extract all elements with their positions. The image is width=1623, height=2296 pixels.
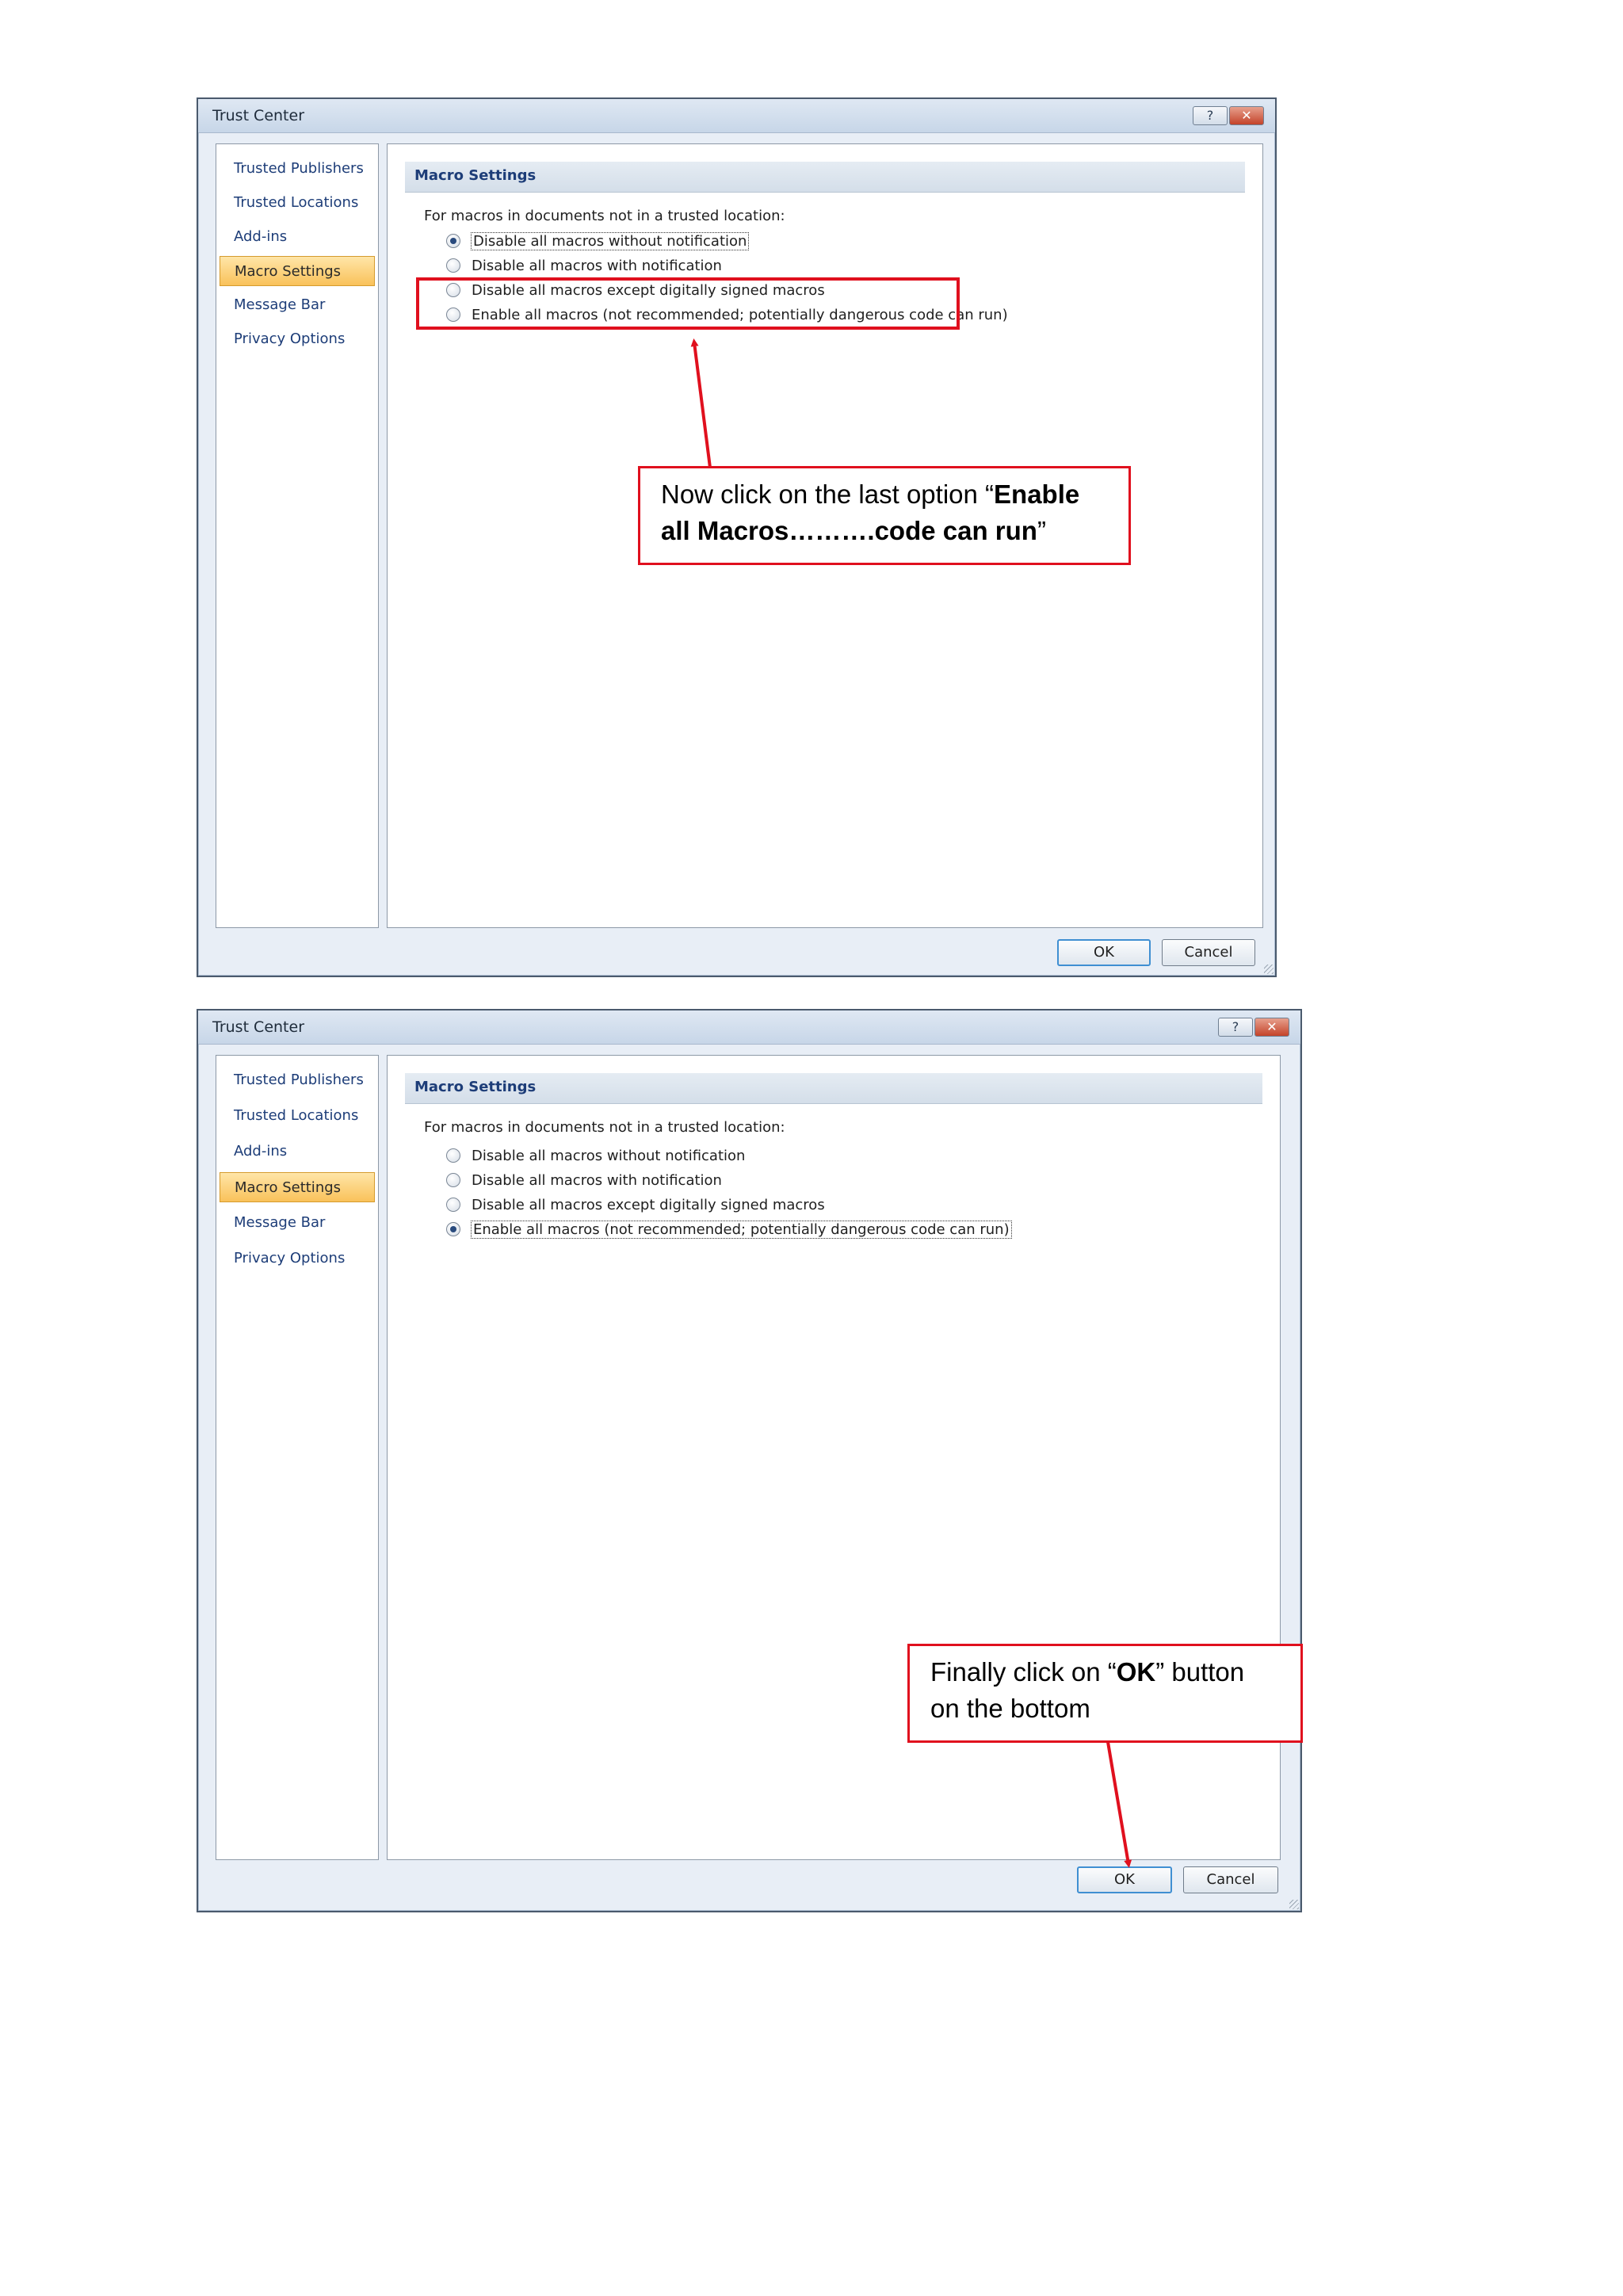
- option-disable-except-signed[interactable]: Disable all macros except digitally sign…: [446, 1193, 825, 1217]
- nav-item-add-ins[interactable]: Add-ins: [220, 1137, 375, 1167]
- option-label: Enable all macros (not recommended; pote…: [471, 1220, 1012, 1239]
- trust-center-nav: Trusted Publishers Trusted Locations Add…: [216, 1055, 379, 1860]
- title-buttons: ? ✕: [1218, 1018, 1289, 1037]
- title-buttons: ? ✕: [1193, 106, 1264, 125]
- option-disable-without-notification[interactable]: Disable all macros without notification: [446, 1144, 745, 1167]
- radio-button[interactable]: [446, 1148, 460, 1163]
- help-icon[interactable]: ?: [1218, 1018, 1253, 1037]
- nav-item-trusted-locations[interactable]: Trusted Locations: [220, 1101, 375, 1131]
- intro-text: For macros in documents not in a trusted…: [424, 1119, 785, 1136]
- section-header: Macro Settings: [405, 1073, 1262, 1104]
- nav-item-trusted-publishers[interactable]: Trusted Publishers: [220, 154, 375, 184]
- nav-item-macro-settings[interactable]: Macro Settings: [220, 1172, 375, 1202]
- intro-text: For macros in documents not in a trusted…: [424, 208, 785, 224]
- dialog-title: Trust Center: [212, 1018, 305, 1036]
- nav-item-trusted-publishers[interactable]: Trusted Publishers: [220, 1065, 375, 1095]
- option-label: Disable all macros with notification: [472, 1171, 722, 1189]
- option-enable-all-macros[interactable]: Enable all macros (not recommended; pote…: [446, 1217, 1012, 1241]
- nav-item-trusted-locations[interactable]: Trusted Locations: [220, 188, 375, 218]
- nav-item-message-bar[interactable]: Message Bar: [220, 290, 375, 320]
- nav-item-macro-settings[interactable]: Macro Settings: [220, 256, 375, 286]
- radio-button[interactable]: [446, 1198, 460, 1212]
- option-highlight-box: [416, 277, 960, 330]
- close-icon[interactable]: ✕: [1254, 1018, 1289, 1037]
- callout-text: Finally click on “: [930, 1657, 1117, 1687]
- callout-text: Now click on the last option “: [661, 479, 995, 509]
- title-bar: Trust Center ? ✕: [198, 99, 1275, 133]
- nav-item-privacy-options[interactable]: Privacy Options: [220, 324, 375, 354]
- radio-button[interactable]: [446, 258, 460, 273]
- nav-item-privacy-options[interactable]: Privacy Options: [220, 1244, 375, 1274]
- ok-button[interactable]: OK: [1077, 1866, 1172, 1893]
- close-icon[interactable]: ✕: [1229, 106, 1264, 125]
- cancel-button[interactable]: Cancel: [1183, 1866, 1278, 1893]
- resize-grip-icon[interactable]: [1289, 1900, 1299, 1909]
- callout-text: ”: [1037, 516, 1046, 545]
- option-disable-without-notification[interactable]: Disable all macros without notification: [446, 229, 750, 253]
- radio-button[interactable]: [446, 1173, 460, 1187]
- resize-grip-icon[interactable]: [1264, 965, 1274, 974]
- cancel-button[interactable]: Cancel: [1162, 939, 1255, 966]
- option-label: Disable all macros without notification: [472, 1147, 746, 1164]
- option-label: Disable all macros without notification: [470, 231, 750, 250]
- help-icon[interactable]: ?: [1193, 106, 1228, 125]
- radio-button[interactable]: [446, 1222, 460, 1236]
- radio-button[interactable]: [446, 234, 460, 248]
- nav-item-add-ins[interactable]: Add-ins: [220, 222, 375, 252]
- nav-item-message-bar[interactable]: Message Bar: [220, 1208, 375, 1238]
- section-title: Macro Settings: [414, 167, 537, 184]
- dialog-title: Trust Center: [212, 107, 305, 124]
- ok-button[interactable]: OK: [1057, 939, 1151, 966]
- option-disable-with-notification[interactable]: Disable all macros with notification: [446, 254, 722, 277]
- instruction-callout-2: Finally click on “OK” button on the bott…: [907, 1644, 1303, 1743]
- instruction-callout-1: Now click on the last option “Enable all…: [638, 466, 1131, 565]
- section-header: Macro Settings: [405, 162, 1245, 193]
- trust-center-nav: Trusted Publishers Trusted Locations Add…: [216, 143, 379, 928]
- callout-bold-text: OK: [1116, 1657, 1156, 1687]
- option-label: Disable all macros with notification: [472, 257, 722, 274]
- trust-center-dialog-2: Trust Center ? ✕ Trusted Publishers Trus…: [197, 1009, 1302, 1912]
- title-bar: Trust Center ? ✕: [198, 1010, 1300, 1045]
- option-label: Disable all macros except digitally sign…: [472, 1196, 825, 1213]
- option-disable-with-notification[interactable]: Disable all macros with notification: [446, 1168, 722, 1192]
- section-title: Macro Settings: [414, 1079, 537, 1095]
